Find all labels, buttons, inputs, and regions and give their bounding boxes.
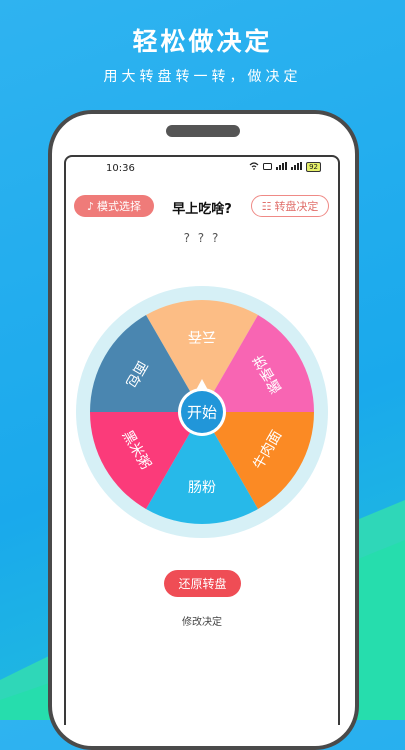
promo-title: 轻松做决定: [132, 27, 273, 56]
spin-wheel[interactable]: 云吞酱香饼牛肉面肠粉黑米粥面包开始: [75, 285, 329, 539]
music-note-icon: ♪: [86, 199, 95, 213]
page-title: 早上吃啥?: [172, 202, 232, 217]
mode-select-button[interactable]: ♪ 模式选择: [74, 195, 154, 217]
status-time: 10:36: [106, 163, 135, 174]
status-icons: 92: [249, 162, 321, 172]
promo-subtitle: 用大转盘转一转，做决定: [103, 69, 302, 85]
wheel-decide-button[interactable]: ☷ 转盘决定: [251, 195, 329, 217]
hd-icon: [263, 162, 273, 172]
modify-decision-link[interactable]: 修改决定: [160, 613, 244, 628]
signal-icon: [276, 162, 288, 172]
grid-icon: ☷: [261, 199, 272, 213]
battery-icon: 92: [306, 162, 321, 172]
result-text: ? ? ?: [183, 231, 221, 245]
wheel-segment-label: 云吞: [188, 328, 216, 344]
wheel-decide-label: 转盘决定: [274, 200, 319, 213]
signal-icon-2: [291, 162, 303, 172]
reset-wheel-button[interactable]: 还原转盘: [164, 570, 241, 597]
phone-speaker: [166, 125, 240, 137]
mode-select-label: 模式选择: [97, 200, 142, 213]
start-button-label[interactable]: 开始: [187, 404, 217, 422]
wifi-icon: [249, 162, 259, 172]
wheel-segment-label: 肠粉: [188, 480, 216, 496]
